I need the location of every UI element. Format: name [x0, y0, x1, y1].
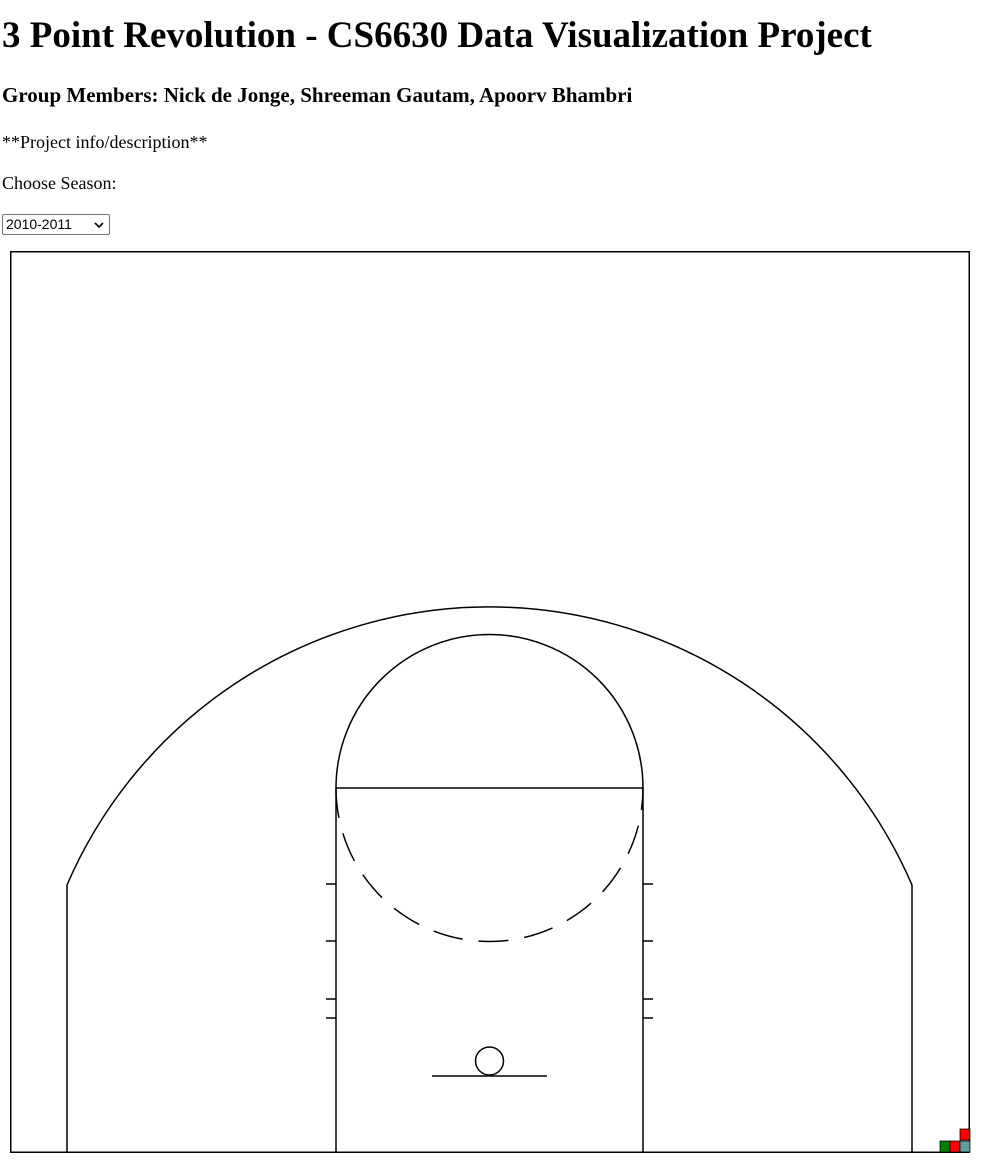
legend-square: [939, 1140, 951, 1153]
legend-square: [959, 1140, 971, 1153]
season-select-value: 2010-2011: [6, 216, 72, 232]
color-legend: [939, 1128, 971, 1153]
free-throw-circle-bottom: [335, 787, 644, 943]
project-description: **Project info/description**: [2, 132, 208, 152]
season-select[interactable]: 2010-2011: [2, 214, 110, 235]
basketball-court: [10, 251, 971, 1153]
group-members: Group Members: Nick de Jonge, Shreeman G…: [2, 83, 633, 107]
season-label: Choose Season:: [2, 173, 117, 193]
court-boundary: [10, 251, 970, 1153]
lane-hash-marks: [326, 883, 653, 1019]
page: 3 Point Revolution - CS6630 Data Visuali…: [0, 0, 993, 1161]
legend-square: [949, 1140, 961, 1153]
page-title: 3 Point Revolution - CS6630 Data Visuali…: [2, 15, 872, 56]
three-point-arc: [66, 606, 913, 886]
rim: [474, 1046, 505, 1076]
legend-square: [959, 1128, 971, 1141]
chevron-down-icon: [94, 222, 104, 229]
free-throw-circle-top: [335, 633, 644, 789]
